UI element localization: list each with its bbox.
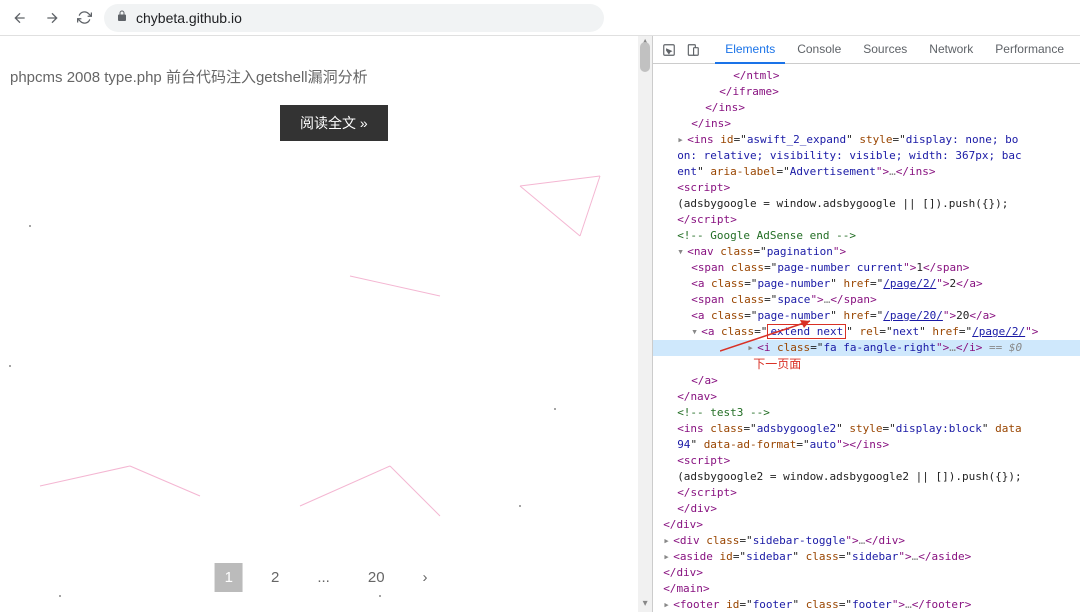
article-title: phpcms 2008 type.php 前台代码注入getshell漏洞分析 — [10, 66, 642, 87]
page-2[interactable]: 2 — [261, 563, 289, 592]
devtools-toolbar: Elements Console Sources Network Perform… — [653, 36, 1080, 64]
devtools-panel: Elements Console Sources Network Perform… — [652, 36, 1080, 612]
scrollbar[interactable]: ▴ ▾ — [638, 36, 652, 612]
back-button[interactable] — [8, 6, 32, 30]
page-viewport: phpcms 2008 type.php 前台代码注入getshell漏洞分析 … — [0, 36, 652, 612]
address-bar[interactable]: chybeta.github.io — [104, 4, 604, 32]
tab-elements[interactable]: Elements — [715, 36, 785, 64]
page-ellipsis: ... — [307, 563, 340, 592]
reload-button[interactable] — [72, 6, 96, 30]
pagination: 1 2 ... 20 › — [215, 563, 438, 592]
inspect-icon[interactable] — [659, 40, 679, 60]
tab-performance[interactable]: Performance — [985, 36, 1074, 64]
annotation-text: 下一页面 — [753, 357, 801, 371]
scrollbar-thumb[interactable] — [640, 42, 650, 72]
page-next-icon[interactable]: › — [413, 563, 438, 592]
tab-sources[interactable]: Sources — [853, 36, 917, 64]
tab-console[interactable]: Console — [787, 36, 851, 64]
selected-element-row[interactable]: ▸ <i class="fa fa-angle-right">…</i> == … — [653, 340, 1080, 356]
url-text: chybeta.github.io — [136, 10, 242, 26]
browser-toolbar: chybeta.github.io — [0, 0, 1080, 36]
elements-tree[interactable]: </ntml> </iframe> </ins> </ins> ▸ <ins i… — [653, 64, 1080, 612]
device-toggle-icon[interactable] — [683, 40, 703, 60]
page-1[interactable]: 1 — [215, 563, 243, 592]
page-20[interactable]: 20 — [358, 563, 395, 592]
read-more-button[interactable]: 阅读全文 » — [280, 105, 388, 141]
lock-icon — [116, 10, 128, 25]
forward-button[interactable] — [40, 6, 64, 30]
tab-network[interactable]: Network — [919, 36, 983, 64]
scroll-down-icon[interactable]: ▾ — [638, 598, 652, 612]
